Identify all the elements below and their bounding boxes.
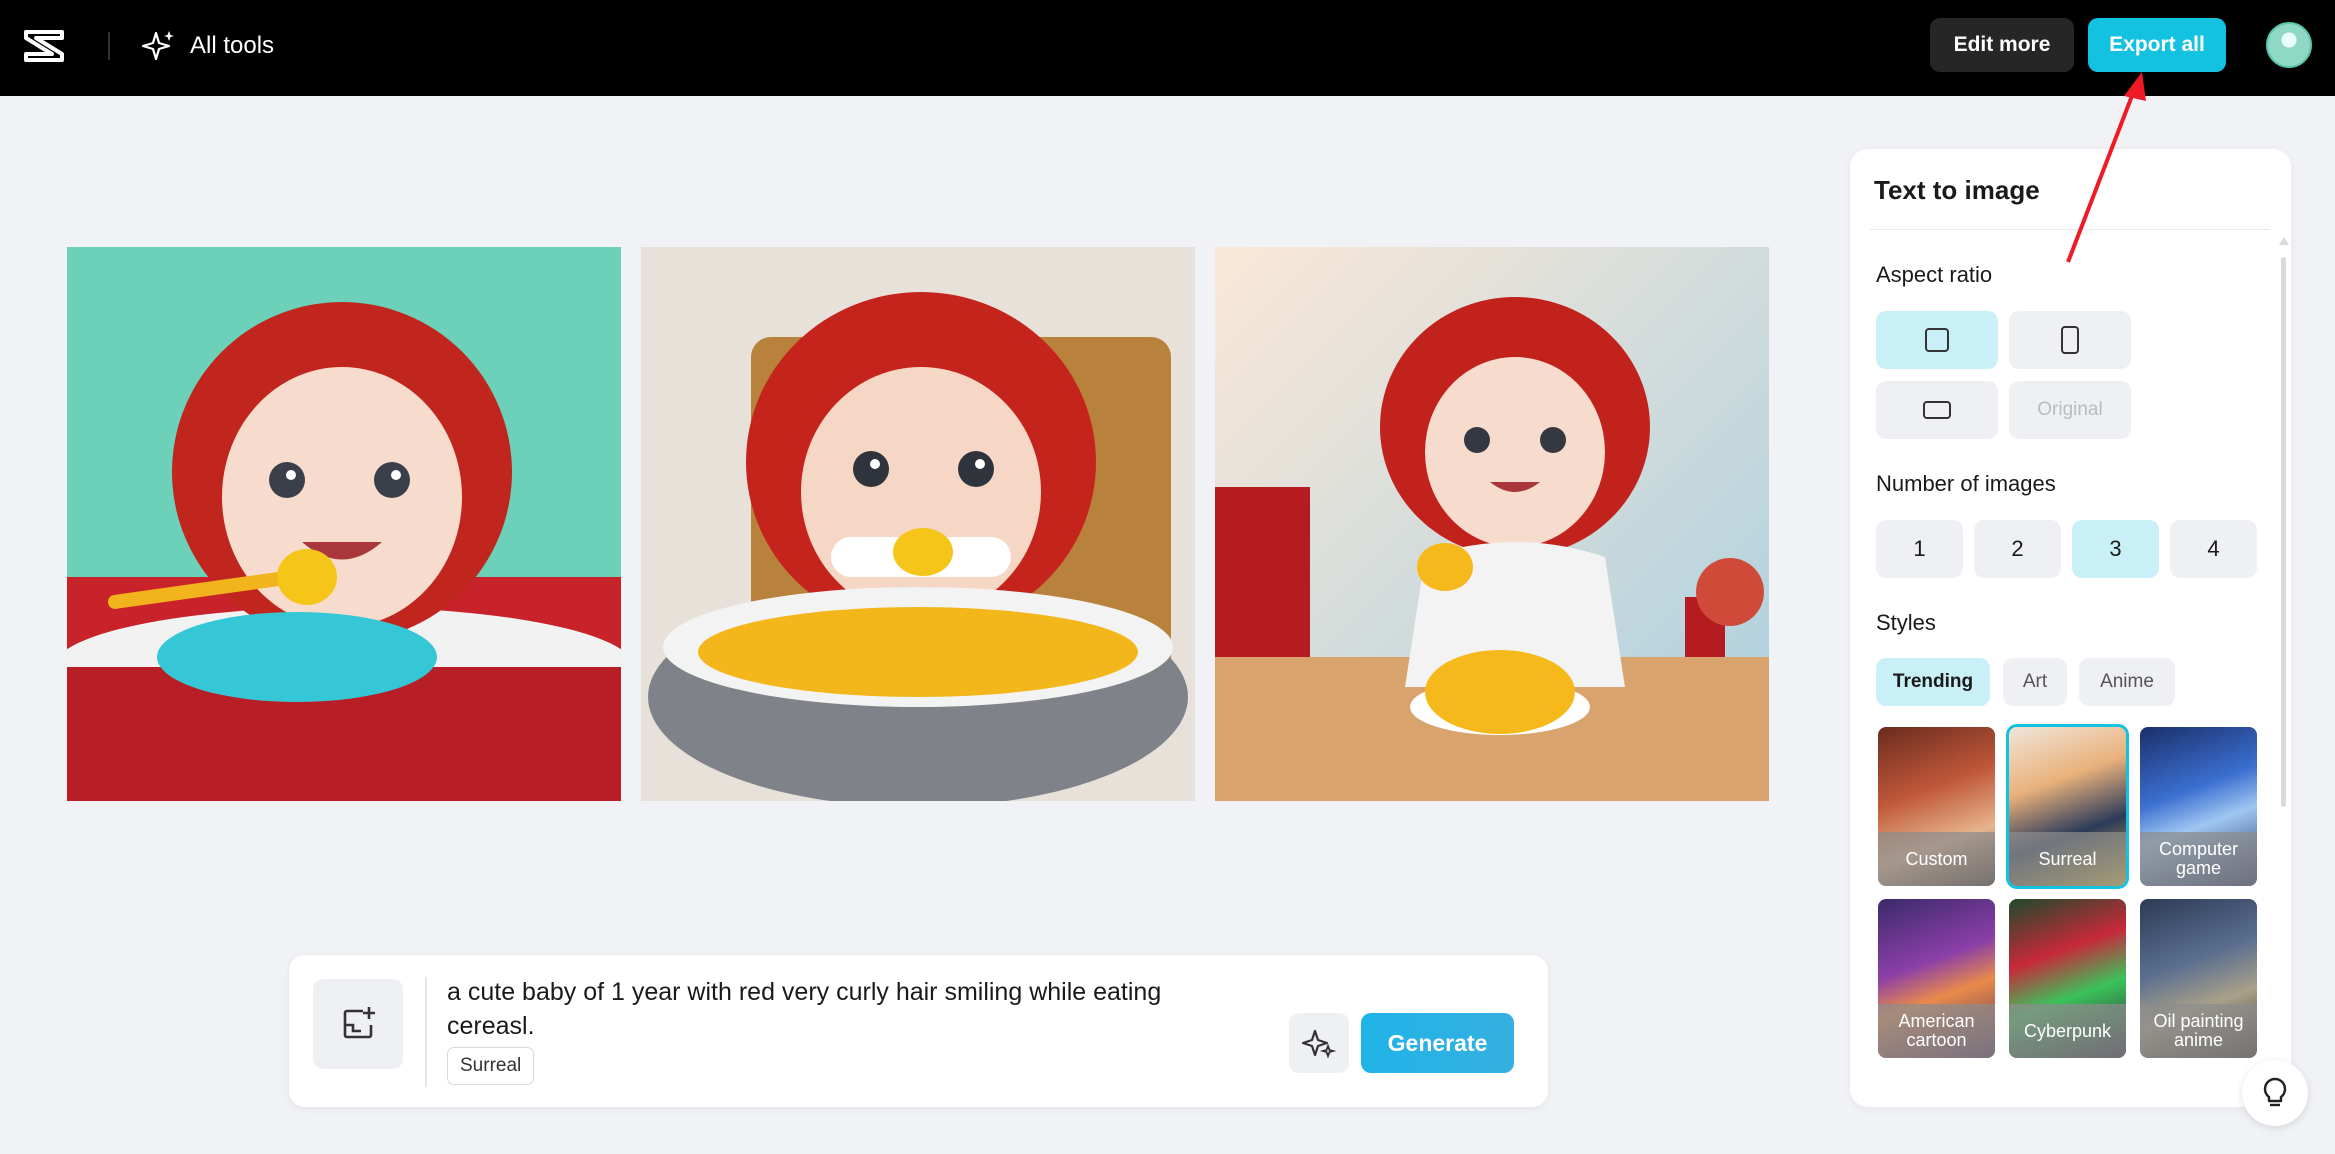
number-option-1[interactable]: 1 [1876, 520, 1963, 578]
prompt-box: a cute baby of 1 year with red very curl… [289, 955, 1548, 1107]
generated-image-1[interactable] [67, 247, 621, 801]
capcut-logo-icon[interactable] [22, 26, 66, 66]
landscape-icon [1923, 401, 1951, 419]
generate-button[interactable]: Generate [1361, 1013, 1514, 1073]
scrollbar[interactable] [2281, 257, 2286, 807]
style-card-label: Oil painting anime [2140, 1004, 2257, 1058]
all-tools-label: All tools [190, 32, 275, 59]
edit-more-button[interactable]: Edit more [1930, 18, 2074, 72]
aspect-ratio-original[interactable]: Original [2009, 381, 2131, 439]
aspect-ratio-original-label: Original [2037, 399, 2103, 420]
export-all-button[interactable]: Export all [2088, 18, 2226, 72]
style-card-cyberpunk[interactable]: Cyberpunk [2009, 899, 2126, 1058]
portrait-icon [2061, 326, 2079, 354]
all-tools-button[interactable]: All tools [142, 26, 274, 66]
aspect-ratio-label: Aspect ratio [1876, 262, 1993, 287]
top-bar: All tools Edit more Export all [0, 0, 2335, 96]
generated-image-3-art [1215, 247, 1769, 801]
style-card-oil-painting-anime[interactable]: Oil painting anime [2140, 899, 2257, 1058]
style-card-label: Surreal [2009, 832, 2126, 886]
style-card-label: American cartoon [1878, 1004, 1995, 1058]
panel-title: Text to image [1874, 175, 2040, 205]
style-card-surreal[interactable]: Surreal [2006, 724, 2129, 889]
add-image-icon [343, 1007, 375, 1039]
divider [1870, 229, 2270, 230]
aspect-ratio-square[interactable] [1876, 311, 1998, 369]
style-tab-art[interactable]: Art [2003, 658, 2067, 706]
number-option-3[interactable]: 3 [2072, 520, 2159, 578]
style-tab-anime[interactable]: Anime [2079, 658, 2175, 706]
avatar[interactable] [2266, 22, 2312, 68]
style-tag[interactable]: Surreal [447, 1047, 535, 1085]
generated-image-2[interactable] [641, 247, 1195, 801]
style-card-label: Cyberpunk [2009, 1004, 2126, 1058]
sparkle-icon [142, 31, 174, 61]
text-to-image-panel: Text to image Aspect ratio Original Numb… [1850, 149, 2291, 1107]
magic-prompt-button[interactable] [1289, 1013, 1349, 1073]
style-card-custom[interactable]: Custom [1878, 727, 1995, 886]
scroll-up-icon[interactable] [2279, 237, 2289, 245]
generated-image-3[interactable] [1215, 247, 1769, 801]
style-card-american-cartoon[interactable]: American cartoon [1878, 899, 1995, 1058]
style-card-label: Custom [1878, 832, 1995, 886]
prompt-input[interactable]: a cute baby of 1 year with red very curl… [447, 975, 1247, 1043]
style-card-computer-game[interactable]: Computer game [2140, 727, 2257, 886]
aspect-ratio-portrait[interactable] [2009, 311, 2131, 369]
number-option-4[interactable]: 4 [2170, 520, 2257, 578]
styles-label: Styles [1876, 610, 1936, 635]
style-card-label: Computer game [2140, 832, 2257, 886]
divider [425, 977, 427, 1087]
square-icon [1925, 328, 1949, 352]
sparkle-icon [1302, 1029, 1336, 1059]
number-option-2[interactable]: 2 [1974, 520, 2061, 578]
add-reference-image-button[interactable] [313, 979, 403, 1069]
aspect-ratio-landscape[interactable] [1876, 381, 1998, 439]
generated-image-1-art [67, 247, 621, 801]
lightbulb-icon [2263, 1077, 2287, 1107]
divider [108, 32, 110, 60]
number-of-images-label: Number of images [1876, 471, 2056, 496]
tips-button[interactable] [2242, 1060, 2308, 1126]
style-tab-trending[interactable]: Trending [1876, 658, 1990, 706]
generated-image-2-art [641, 247, 1195, 801]
